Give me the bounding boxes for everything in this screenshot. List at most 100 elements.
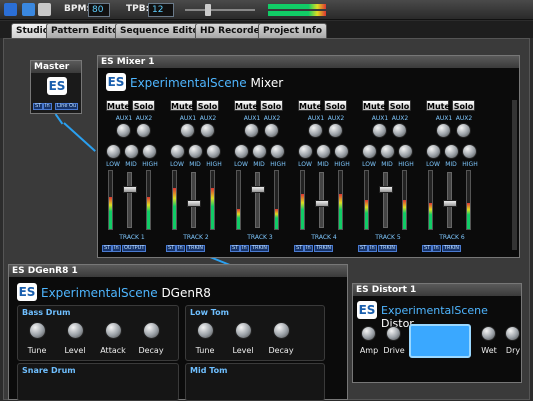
high-knob-5[interactable] (398, 144, 413, 159)
fader-3[interactable] (251, 186, 265, 193)
aux2-knob-1[interactable] (136, 123, 151, 138)
mid-knob-6[interactable] (444, 144, 459, 159)
fader-5[interactable] (379, 186, 393, 193)
mid-knob-5[interactable] (380, 144, 395, 159)
port-st-1[interactable]: ST (102, 245, 113, 252)
distort-window[interactable]: ES Distort 1 ES ExperimentalScene Distor… (352, 283, 522, 383)
high-knob-3[interactable] (270, 144, 285, 159)
port-out-3[interactable]: TRKIN (250, 245, 270, 252)
mixer-window[interactable]: ES Mixer 1 ES ExperimentalScene Mixer Mu… (97, 55, 520, 258)
high-label-4: HIGH (334, 161, 350, 168)
save-icon[interactable] (38, 3, 51, 16)
attack-knob-0[interactable] (105, 322, 122, 339)
aux2-knob-3[interactable] (264, 123, 279, 138)
attack-label-0: Attack (100, 346, 126, 355)
mid-knob-4[interactable] (316, 144, 331, 159)
low-knob-6[interactable] (426, 144, 441, 159)
mid-knob-2[interactable] (188, 144, 203, 159)
mute-button-3[interactable]: Mute (234, 100, 258, 111)
master-port-st[interactable]: ST (33, 103, 44, 110)
master-volume-slider[interactable] (185, 9, 255, 11)
port-out-1[interactable]: OUTPUT (122, 245, 147, 252)
drive-knob[interactable] (386, 326, 401, 341)
high-knob-4[interactable] (334, 144, 349, 159)
tune-knob-0[interactable] (29, 322, 46, 339)
bpm-field[interactable]: 80 (88, 3, 110, 17)
new-project-icon[interactable] (4, 3, 17, 16)
port-in-3[interactable]: In (240, 245, 249, 252)
low-knob-1[interactable] (106, 144, 121, 159)
solo-button-5[interactable]: Solo (388, 100, 411, 111)
port-out-4[interactable]: TRKIN (314, 245, 334, 252)
dgenr8-window[interactable]: ES DGenR8 1 ES ExperimentalScene DGenR8 … (8, 264, 348, 401)
meter-left-6 (428, 170, 433, 230)
aux1-knob-4[interactable] (308, 123, 323, 138)
decay-knob-1[interactable] (273, 322, 290, 339)
port-out-5[interactable]: TRKIN (378, 245, 398, 252)
fader-4[interactable] (315, 200, 329, 207)
port-in-2[interactable]: In (176, 245, 185, 252)
fader-6[interactable] (443, 200, 457, 207)
mute-button-6[interactable]: Mute (426, 100, 450, 111)
port-in-5[interactable]: In (368, 245, 377, 252)
level-knob-0[interactable] (67, 322, 84, 339)
solo-button-6[interactable]: Solo (452, 100, 475, 111)
low-knob-5[interactable] (362, 144, 377, 159)
aux1-knob-5[interactable] (372, 123, 387, 138)
mute-button-4[interactable]: Mute (298, 100, 322, 111)
high-knob-6[interactable] (462, 144, 477, 159)
meter-fill (301, 194, 304, 229)
aux2-label-6: AUX2 (455, 115, 473, 122)
port-st-2[interactable]: ST (166, 245, 177, 252)
open-folder-icon[interactable] (22, 3, 35, 16)
port-out-6[interactable]: TRKIN (442, 245, 462, 252)
port-st-6[interactable]: ST (422, 245, 433, 252)
high-knob-1[interactable] (142, 144, 157, 159)
mid-label-2: MID (189, 161, 201, 168)
solo-button-3[interactable]: Solo (260, 100, 283, 111)
aux2-knob-6[interactable] (456, 123, 471, 138)
mute-button-2[interactable]: Mute (170, 100, 194, 111)
master-volume-thumb[interactable] (205, 4, 211, 16)
port-st-3[interactable]: ST (230, 245, 241, 252)
master-window[interactable]: Master ES ST In Line Ou (30, 60, 82, 114)
master-port-in[interactable]: In (43, 103, 52, 110)
tab-project-info[interactable]: Project Info (258, 23, 328, 38)
solo-button-2[interactable]: Solo (196, 100, 219, 111)
port-out-2[interactable]: TRKIN (186, 245, 206, 252)
port-in-1[interactable]: In (112, 245, 121, 252)
low-knob-2[interactable] (170, 144, 185, 159)
solo-button-1[interactable]: Solo (132, 100, 155, 111)
fader-1[interactable] (123, 186, 137, 193)
mid-knob-3[interactable] (252, 144, 267, 159)
aux1-knob-1[interactable] (116, 123, 131, 138)
aux1-knob-6[interactable] (436, 123, 451, 138)
aux1-knob-2[interactable] (180, 123, 195, 138)
port-st-5[interactable]: ST (358, 245, 369, 252)
mixer-scrollbar[interactable] (512, 100, 517, 250)
aux2-knob-5[interactable] (392, 123, 407, 138)
aux1-knob-3[interactable] (244, 123, 259, 138)
low-knob-3[interactable] (234, 144, 249, 159)
dry-knob[interactable] (505, 326, 520, 341)
solo-button-4[interactable]: Solo (324, 100, 347, 111)
mute-button-1[interactable]: Mute (106, 100, 130, 111)
high-knob-2[interactable] (206, 144, 221, 159)
amp-knob[interactable] (361, 326, 376, 341)
tpb-field[interactable]: 12 (148, 3, 174, 17)
port-st-4[interactable]: ST (294, 245, 305, 252)
mid-knob-1[interactable] (124, 144, 139, 159)
decay-knob-0[interactable] (143, 322, 160, 339)
tune-knob-1[interactable] (197, 322, 214, 339)
fader-2[interactable] (187, 200, 201, 207)
level-knob-1[interactable] (235, 322, 252, 339)
port-in-6[interactable]: In (432, 245, 441, 252)
master-port-out[interactable]: Line Ou (55, 103, 79, 110)
port-in-4[interactable]: In (304, 245, 313, 252)
mute-button-5[interactable]: Mute (362, 100, 386, 111)
aux2-knob-4[interactable] (328, 123, 343, 138)
drive-label: Drive (383, 346, 405, 355)
low-knob-4[interactable] (298, 144, 313, 159)
aux2-knob-2[interactable] (200, 123, 215, 138)
wet-knob[interactable] (481, 326, 496, 341)
